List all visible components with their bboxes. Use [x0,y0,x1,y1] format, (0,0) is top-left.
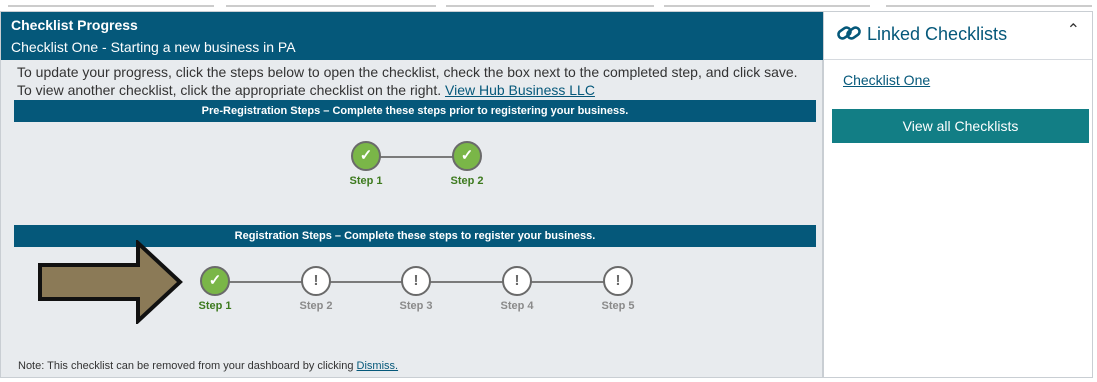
top-tab-divider [226,5,436,7]
step-label: Step 1 [198,300,232,312]
linked-checklist-one-link[interactable]: Checklist One [843,72,930,88]
step-label: Step 4 [500,300,534,312]
step-item[interactable]: ! Step 4 [487,266,547,316]
instructions: To update your progress, click the steps… [17,63,807,99]
checklist-progress-header: Checklist Progress Checklist One - Start… [1,12,824,60]
step-complete-icon[interactable]: ✓ [200,266,230,296]
linked-checklists-title: Linked Checklists [867,24,1008,44]
step-incomplete-icon[interactable]: ! [502,266,532,296]
link-icon [837,26,861,40]
step-incomplete-icon[interactable]: ! [603,266,633,296]
pre-registration-heading: Pre-Registration Steps – Complete these … [14,100,816,122]
top-tab-divider [664,5,870,7]
step-label: Step 1 [349,175,383,187]
view-all-checklists-button[interactable]: View all Checklists [832,109,1089,143]
current-step-arrow [38,240,183,324]
checkmark-icon: ✓ [359,147,373,164]
step-item[interactable]: ✓ Step 1 [336,141,396,191]
linked-checklists-header: Linked Checklists ⌃ [824,12,1092,60]
view-hub-business-link[interactable]: View Hub Business LLC [445,82,595,98]
checklist-progress-panel: Checklist Progress Checklist One - Start… [0,11,824,378]
step-item[interactable]: ! Step 3 [386,266,446,316]
top-tab-divider [886,5,1092,7]
exclamation-icon: ! [514,272,520,289]
step-label: Step 3 [399,300,433,312]
step-item[interactable]: ! Step 2 [286,266,346,316]
checkmark-icon: ✓ [208,272,222,289]
top-tab-divider [8,5,214,7]
exclamation-icon: ! [313,272,319,289]
collapse-chevron-icon[interactable]: ⌃ [1067,20,1080,40]
step-complete-icon[interactable]: ✓ [452,141,482,171]
step-incomplete-icon[interactable]: ! [301,266,331,296]
top-tab-divider [446,5,654,7]
panel-title: Checklist Progress [11,17,138,33]
step-label: Step 2 [450,175,484,187]
checkmark-icon: ✓ [460,147,474,164]
step-incomplete-icon[interactable]: ! [401,266,431,296]
step-item[interactable]: ✓ Step 2 [437,141,497,191]
step-label: Step 5 [601,300,635,312]
dismiss-note: Note: This checklist can be removed from… [18,360,398,372]
checklist-subtitle: Checklist One - Starting a new business … [11,39,296,55]
exclamation-icon: ! [615,272,621,289]
step-item[interactable]: ✓ Step 1 [185,266,245,316]
instructions-text: To update your progress, click the steps… [17,64,798,98]
step-label: Step 2 [299,300,333,312]
step-complete-icon[interactable]: ✓ [351,141,381,171]
dismiss-link[interactable]: Dismiss. [357,360,399,372]
exclamation-icon: ! [413,272,419,289]
step-item[interactable]: ! Step 5 [588,266,648,316]
note-text: Note: This checklist can be removed from… [18,360,354,372]
linked-checklists-panel: Linked Checklists ⌃ Checklist One View a… [823,11,1093,378]
